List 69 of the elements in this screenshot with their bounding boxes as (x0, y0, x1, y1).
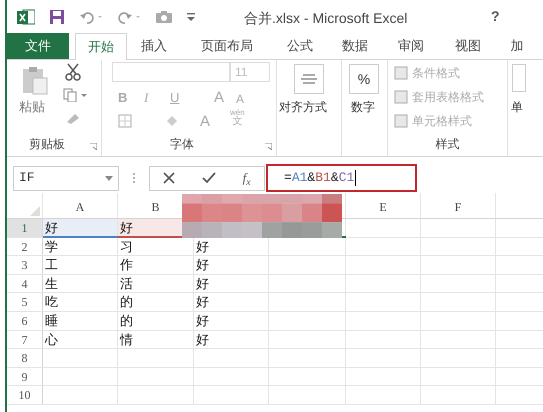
table-cell: 工 (43, 256, 118, 274)
column-header[interactable]: E (379, 198, 387, 216)
group-label: 样式 (434, 136, 460, 153)
group-label: 字体 (169, 136, 195, 153)
ribbon-tab[interactable]: 加 (497, 33, 537, 59)
align-icon[interactable] (294, 64, 324, 94)
column-header[interactable]: B (151, 198, 160, 216)
row-header[interactable]: 4 (7, 274, 43, 292)
table-cell: 好 (194, 256, 269, 274)
column-header[interactable]: F (454, 198, 462, 216)
table-cell: 生 (43, 274, 118, 292)
row-header[interactable]: 10 (7, 386, 43, 404)
dialog-launcher-icon[interactable] (265, 143, 272, 150)
name-box[interactable]: IF (13, 166, 119, 190)
row-header[interactable]: 7 (7, 330, 43, 348)
ribbon-tab[interactable]: 视图 (439, 33, 497, 59)
dialog-launcher-icon[interactable] (90, 143, 97, 150)
ribbon-tab[interactable]: 公式 (273, 33, 327, 59)
paste-button[interactable]: 粘贴 (19, 100, 45, 113)
insert-function-button[interactable]: f$_{x}$ (242, 168, 251, 188)
row-header[interactable]: 3 (7, 256, 43, 274)
formula-field[interactable]: =A1&B1&C1 (266, 164, 417, 192)
excel-logo-icon[interactable] (17, 8, 35, 26)
ribbon-tab[interactable]: 审阅 (383, 33, 439, 59)
table-cell: 情 (118, 330, 194, 348)
row-header[interactable]: 8 (7, 349, 43, 367)
window-title: 合并.xlsx - Microsoft Excel (244, 9, 408, 28)
row-header[interactable]: 1 (7, 219, 43, 237)
more-options-icon[interactable] (132, 172, 136, 184)
ribbon-tab[interactable]: 数据 (327, 33, 383, 59)
ribbon-tab[interactable]: 页面布局 (181, 33, 273, 59)
copy-icon[interactable] (63, 88, 87, 102)
cells-button[interactable]: 单 (511, 98, 523, 116)
column-header[interactable]: A (76, 198, 84, 216)
ribbon-tab[interactable]: 文件 (7, 33, 69, 59)
ribbon-tab[interactable]: 开始 (75, 33, 127, 60)
table-cell: 好 (43, 219, 118, 237)
customize-toolbar-icon[interactable] (187, 12, 195, 22)
redo-icon[interactable] (117, 10, 141, 24)
scissors-icon[interactable] (65, 63, 81, 81)
table-cell: 活 (118, 274, 194, 292)
save-icon[interactable] (49, 8, 65, 24)
cells-icon (512, 64, 526, 92)
table-cell: 心 (43, 330, 118, 348)
row-header[interactable]: 6 (7, 312, 43, 330)
help-button[interactable]: ? (491, 6, 500, 27)
table-cell: 好 (194, 312, 269, 330)
number-format-icon: % (349, 64, 379, 94)
row-header[interactable]: 5 (7, 293, 43, 311)
table-cell: 的 (118, 312, 194, 330)
table-cell: 作 (118, 256, 194, 274)
number-button[interactable]: 数字 (351, 98, 375, 116)
alignment-button[interactable]: 对齐方式 (279, 98, 327, 116)
undo-icon[interactable] (79, 10, 103, 24)
ribbon-tab[interactable]: 插入 (127, 33, 181, 59)
row-header[interactable]: 9 (7, 368, 43, 386)
cancel-icon[interactable] (163, 172, 176, 184)
camera-icon[interactable] (155, 10, 173, 24)
table-cell: 的 (118, 293, 194, 311)
font-name-field[interactable] (112, 62, 230, 82)
borders-icon[interactable] (118, 114, 132, 128)
table-cell: 好 (194, 274, 269, 292)
table-cell: 睡 (43, 312, 118, 330)
group-label: 剪贴板 (28, 136, 66, 153)
check-icon[interactable] (202, 172, 216, 184)
table-cell: 吃 (43, 293, 118, 311)
row-header[interactable]: 2 (7, 238, 43, 256)
table-cell: 好 (194, 330, 269, 348)
table-cell: 好 (194, 293, 269, 311)
